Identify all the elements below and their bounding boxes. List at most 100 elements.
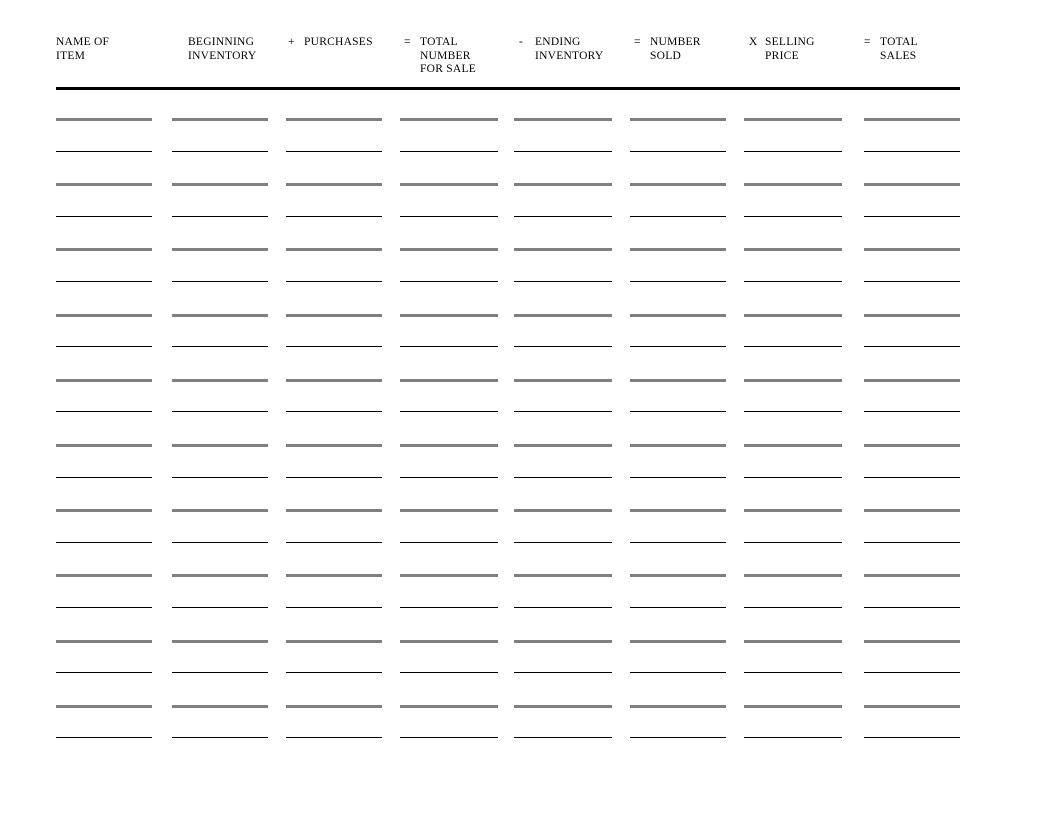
blank-write-line[interactable] — [56, 281, 152, 282]
blank-write-line[interactable] — [630, 281, 726, 282]
blank-write-line[interactable] — [400, 704, 498, 708]
blank-write-line[interactable] — [172, 704, 268, 708]
blank-write-line[interactable] — [630, 672, 726, 674]
blank-write-line[interactable] — [630, 411, 726, 413]
blank-write-line[interactable] — [172, 444, 268, 447]
blank-write-line[interactable] — [400, 541, 498, 543]
blank-write-line[interactable] — [400, 737, 498, 739]
blank-write-line[interactable] — [400, 378, 498, 382]
blank-write-line[interactable] — [286, 639, 382, 643]
blank-write-line[interactable] — [630, 248, 726, 252]
blank-write-line[interactable] — [56, 248, 152, 252]
blank-write-line[interactable] — [172, 574, 268, 578]
blank-write-line[interactable] — [56, 346, 152, 348]
blank-write-line[interactable] — [400, 150, 498, 152]
blank-write-line[interactable] — [172, 639, 268, 643]
blank-write-line[interactable] — [514, 118, 612, 121]
blank-write-line[interactable] — [286, 476, 382, 478]
blank-write-line[interactable] — [56, 118, 152, 121]
blank-write-line[interactable] — [630, 607, 726, 608]
blank-write-line[interactable] — [286, 411, 382, 413]
blank-write-line[interactable] — [514, 183, 612, 187]
blank-write-line[interactable] — [864, 509, 960, 513]
blank-write-line[interactable] — [286, 509, 382, 513]
blank-write-line[interactable] — [630, 150, 726, 152]
blank-write-line[interactable] — [400, 444, 498, 447]
blank-write-line[interactable] — [286, 215, 382, 217]
blank-write-line[interactable] — [286, 150, 382, 152]
blank-write-line[interactable] — [744, 183, 842, 187]
blank-write-line[interactable] — [514, 476, 612, 478]
blank-write-line[interactable] — [630, 704, 726, 708]
blank-write-line[interactable] — [56, 411, 152, 413]
blank-write-line[interactable] — [400, 509, 498, 513]
blank-write-line[interactable] — [56, 574, 152, 578]
blank-write-line[interactable] — [744, 509, 842, 513]
blank-write-line[interactable] — [172, 150, 268, 152]
blank-write-line[interactable] — [744, 215, 842, 217]
blank-write-line[interactable] — [172, 411, 268, 413]
blank-write-line[interactable] — [400, 411, 498, 413]
blank-write-line[interactable] — [864, 672, 960, 674]
blank-write-line[interactable] — [864, 281, 960, 282]
blank-write-line[interactable] — [56, 509, 152, 513]
blank-write-line[interactable] — [56, 476, 152, 478]
blank-write-line[interactable] — [56, 704, 152, 708]
blank-write-line[interactable] — [172, 183, 268, 187]
blank-write-line[interactable] — [172, 215, 268, 217]
blank-write-line[interactable] — [864, 704, 960, 708]
blank-write-line[interactable] — [514, 313, 612, 317]
blank-write-line[interactable] — [864, 313, 960, 317]
blank-write-line[interactable] — [514, 215, 612, 217]
blank-write-line[interactable] — [56, 541, 152, 543]
blank-write-line[interactable] — [172, 313, 268, 317]
blank-write-line[interactable] — [630, 313, 726, 317]
blank-write-line[interactable] — [514, 607, 612, 608]
blank-write-line[interactable] — [286, 378, 382, 382]
blank-write-line[interactable] — [56, 737, 152, 739]
blank-write-line[interactable] — [744, 313, 842, 317]
blank-write-line[interactable] — [514, 411, 612, 413]
blank-write-line[interactable] — [172, 378, 268, 382]
blank-write-line[interactable] — [864, 639, 960, 643]
blank-write-line[interactable] — [744, 118, 842, 121]
blank-write-line[interactable] — [286, 183, 382, 187]
blank-write-line[interactable] — [172, 346, 268, 348]
blank-write-line[interactable] — [400, 672, 498, 674]
blank-write-line[interactable] — [286, 444, 382, 447]
blank-write-line[interactable] — [400, 346, 498, 348]
blank-write-line[interactable] — [630, 444, 726, 447]
blank-write-line[interactable] — [172, 541, 268, 543]
blank-write-line[interactable] — [744, 281, 842, 282]
blank-write-line[interactable] — [56, 672, 152, 674]
blank-write-line[interactable] — [744, 639, 842, 643]
blank-write-line[interactable] — [864, 215, 960, 217]
blank-write-line[interactable] — [630, 476, 726, 478]
blank-write-line[interactable] — [514, 281, 612, 282]
blank-write-line[interactable] — [400, 183, 498, 187]
blank-write-line[interactable] — [172, 737, 268, 739]
blank-write-line[interactable] — [630, 118, 726, 121]
blank-write-line[interactable] — [630, 183, 726, 187]
blank-write-line[interactable] — [630, 378, 726, 382]
blank-write-line[interactable] — [172, 118, 268, 121]
blank-write-line[interactable] — [56, 183, 152, 187]
blank-write-line[interactable] — [400, 215, 498, 217]
blank-write-line[interactable] — [864, 574, 960, 578]
blank-write-line[interactable] — [400, 313, 498, 317]
blank-write-line[interactable] — [172, 248, 268, 252]
blank-write-line[interactable] — [400, 574, 498, 578]
blank-write-line[interactable] — [744, 378, 842, 382]
blank-write-line[interactable] — [514, 639, 612, 643]
blank-write-line[interactable] — [172, 476, 268, 478]
blank-write-line[interactable] — [286, 737, 382, 739]
blank-write-line[interactable] — [172, 509, 268, 513]
blank-write-line[interactable] — [864, 248, 960, 252]
blank-write-line[interactable] — [286, 704, 382, 708]
blank-write-line[interactable] — [286, 118, 382, 121]
blank-write-line[interactable] — [630, 509, 726, 513]
blank-write-line[interactable] — [744, 444, 842, 447]
blank-write-line[interactable] — [744, 248, 842, 252]
blank-write-line[interactable] — [514, 509, 612, 513]
blank-write-line[interactable] — [864, 378, 960, 382]
